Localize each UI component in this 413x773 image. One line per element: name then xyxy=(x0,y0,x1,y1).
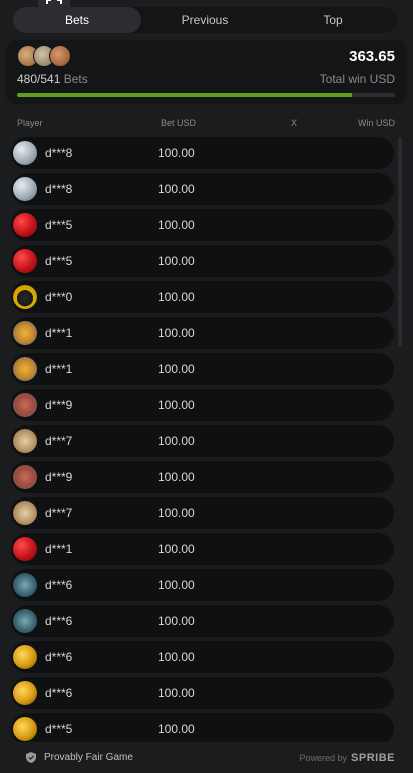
bet-amount: 100.00 xyxy=(158,290,195,304)
bet-row: d***7 100.00 xyxy=(11,497,394,529)
player-name: d***6 xyxy=(45,650,73,664)
bets-list[interactable]: d***8 100.00 d***8 100.00 d***5 100.00 d***5 10… xyxy=(11,137,395,742)
bet-amount: 100.00 xyxy=(158,506,195,520)
bet-amount: 100.00 xyxy=(158,326,195,340)
top-player-avatar xyxy=(49,45,71,67)
dragon-avatar xyxy=(13,465,37,489)
player-name: d***5 xyxy=(45,254,73,268)
bet-row: d***8 100.00 xyxy=(11,137,394,169)
gorilla-avatar xyxy=(13,573,37,597)
money-avatar xyxy=(13,141,37,165)
coins-avatar xyxy=(13,717,37,741)
player-name: d***6 xyxy=(45,614,73,628)
bet-amount: 100.00 xyxy=(158,614,195,628)
player-name: d***8 xyxy=(45,146,73,160)
tab-bar: Bets Previous Top xyxy=(13,7,397,33)
footer: Provably Fair Game Powered by SPRIBE xyxy=(0,742,413,773)
player-name: d***9 xyxy=(45,470,73,484)
bet-amount: 100.00 xyxy=(158,650,195,664)
bet-amount: 100.00 xyxy=(158,686,195,700)
bet-row: d***0 100.00 xyxy=(11,281,394,313)
lion-avatar xyxy=(13,429,37,453)
bets-progress-bar xyxy=(17,93,395,97)
lion-avatar xyxy=(13,501,37,525)
powered-by: Powered by SPRIBE xyxy=(300,752,396,764)
bets-progress-fill xyxy=(17,93,353,97)
bet-row: d***5 100.00 xyxy=(11,209,394,241)
bets-count-label: Bets xyxy=(63,72,88,86)
header-x: X xyxy=(291,118,298,128)
table-header: Player Bet USD X Win USD xyxy=(0,118,413,132)
bet-amount: 100.00 xyxy=(158,470,195,484)
header-bet: Bet USD xyxy=(161,118,197,128)
player-name: d***6 xyxy=(45,686,73,700)
header-player: Player xyxy=(17,118,43,128)
player-name: d***0 xyxy=(45,290,73,304)
bet-amount: 100.00 xyxy=(158,146,195,160)
bet-row: d***9 100.00 xyxy=(11,389,394,421)
player-name: d***1 xyxy=(45,542,73,556)
player-name: d***1 xyxy=(45,362,73,376)
shield-icon xyxy=(26,752,36,763)
bet-row: d***1 100.00 xyxy=(11,353,394,385)
bet-row: d***5 100.00 xyxy=(11,713,394,742)
player-name: d***9 xyxy=(45,398,73,412)
bet-row: d***6 100.00 xyxy=(11,605,394,637)
player-name: d***8 xyxy=(45,182,73,196)
player-name: d***6 xyxy=(45,578,73,592)
provably-fair-link[interactable]: Provably Fair Game xyxy=(26,752,133,763)
scrollbar[interactable] xyxy=(398,137,402,347)
sunglasses-avatar xyxy=(13,357,37,381)
bet-amount: 100.00 xyxy=(158,722,195,736)
bet-row: d***6 100.00 xyxy=(11,641,394,673)
bet-row: d***1 100.00 xyxy=(11,317,394,349)
bet-row: d***6 100.00 xyxy=(11,569,394,601)
dice-avatar xyxy=(13,249,37,273)
dice-avatar xyxy=(13,537,37,561)
bet-amount: 100.00 xyxy=(158,398,195,412)
money-avatar xyxy=(13,177,37,201)
bet-amount: 100.00 xyxy=(158,542,195,556)
player-name: d***7 xyxy=(45,434,73,448)
bet-row: d***5 100.00 xyxy=(11,245,394,277)
bet-amount: 100.00 xyxy=(158,254,195,268)
bet-amount: 100.00 xyxy=(158,434,195,448)
bet-row: d***9 100.00 xyxy=(11,461,394,493)
bets-count: 480/541 Bets xyxy=(17,72,88,86)
dice-avatar xyxy=(13,213,37,237)
player-name: d***7 xyxy=(45,506,73,520)
bet-row: d***1 100.00 xyxy=(11,533,394,565)
player-name: d***5 xyxy=(45,218,73,232)
spribe-logo: SPRIBE xyxy=(351,752,395,764)
coins-avatar xyxy=(13,645,37,669)
provably-fair-label: Provably Fair Game xyxy=(44,752,133,763)
tab-top[interactable]: Top xyxy=(269,7,397,33)
bets-summary: 480/541 Bets 363.65 Total win USD xyxy=(6,40,407,104)
total-win-label: Total win USD xyxy=(319,72,395,86)
sunglasses-avatar xyxy=(13,321,37,345)
player-name: d***5 xyxy=(45,722,73,736)
bet-amount: 100.00 xyxy=(158,182,195,196)
coins-avatar xyxy=(13,681,37,705)
powered-by-label: Powered by xyxy=(299,753,348,763)
total-win-value: 363.65 xyxy=(349,48,395,65)
bet-row: d***8 100.00 xyxy=(11,173,394,205)
bet-row: d***6 100.00 xyxy=(11,677,394,709)
tab-bets[interactable]: Bets xyxy=(13,7,141,33)
gorilla-avatar xyxy=(13,609,37,633)
tab-previous[interactable]: Previous xyxy=(141,7,269,33)
bet-amount: 100.00 xyxy=(158,218,195,232)
dragon-avatar xyxy=(13,393,37,417)
bets-count-value: 480/541 xyxy=(17,72,61,86)
panther-avatar xyxy=(13,285,37,309)
bet-amount: 100.00 xyxy=(158,578,195,592)
header-win: Win USD xyxy=(357,118,395,128)
bet-amount: 100.00 xyxy=(158,362,195,376)
bet-row: d***7 100.00 xyxy=(11,425,394,457)
player-name: d***1 xyxy=(45,326,73,340)
top-players-avatars xyxy=(17,45,71,67)
